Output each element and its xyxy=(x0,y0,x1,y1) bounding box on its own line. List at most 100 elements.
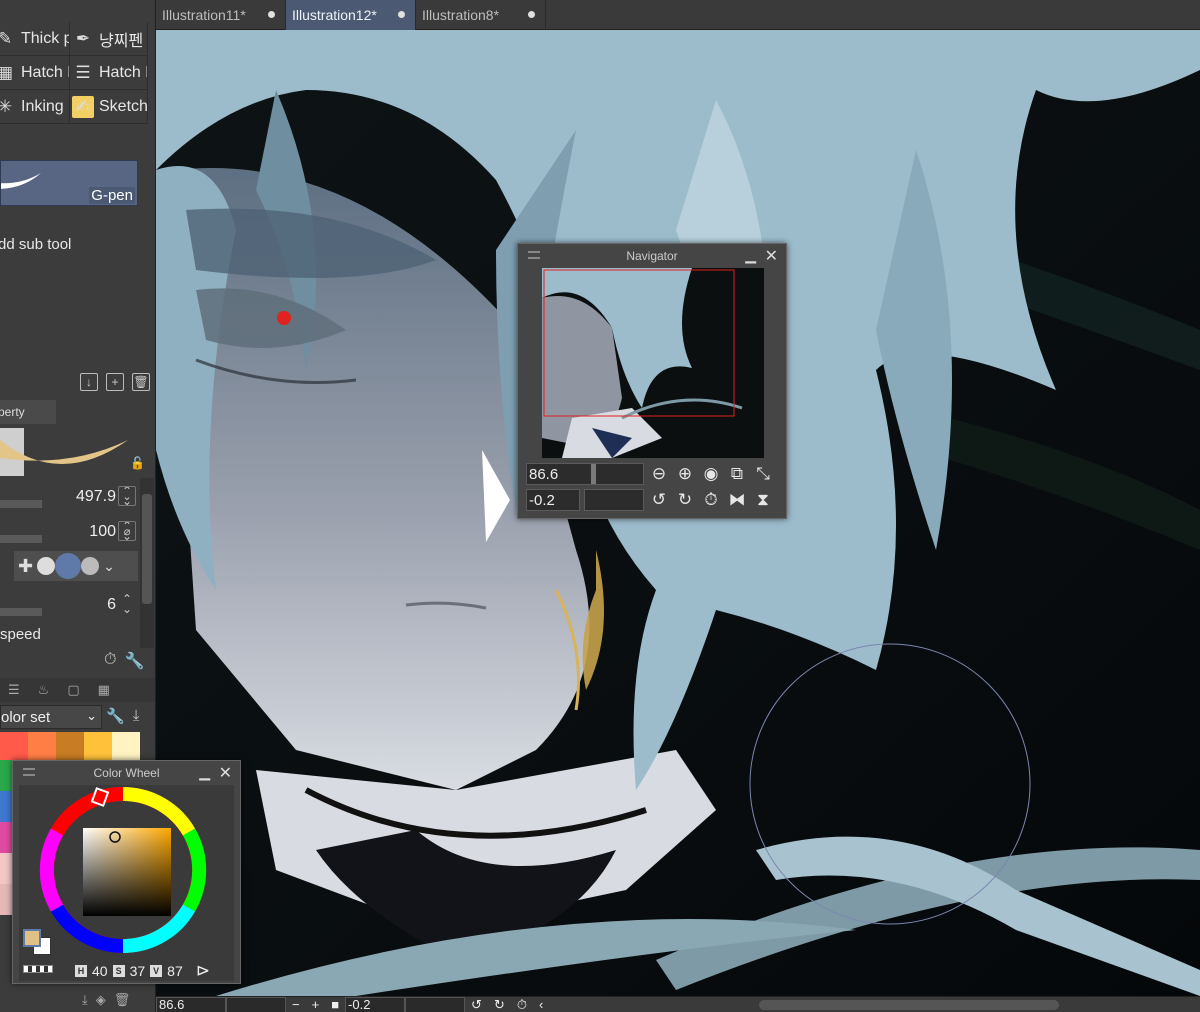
opacity-row[interactable]: 100 ⌃ ⌄ xyxy=(0,517,136,547)
reset-rotation-icon[interactable]: ⏱ xyxy=(517,997,527,1012)
swatch-orange[interactable] xyxy=(28,732,56,760)
swatch-green[interactable] xyxy=(0,760,12,791)
unsaved-dot-icon[interactable] xyxy=(268,11,275,18)
property-scroll-thumb[interactable] xyxy=(142,494,152,604)
main-color-chip[interactable] xyxy=(23,929,41,947)
zoom-field[interactable]: 86.6 xyxy=(526,463,644,485)
color-set-dropdown[interactable]: olor set ⌄ xyxy=(0,705,102,729)
swatch-blue[interactable] xyxy=(0,791,12,822)
fire-tab-icon[interactable]: ♨ xyxy=(38,682,50,698)
brush-tip-hard-icon[interactable]: ✚ xyxy=(18,556,33,577)
tool-property-tab[interactable]: perty xyxy=(0,400,56,424)
actual-size-icon[interactable]: ■ xyxy=(331,997,339,1012)
swatch-pink[interactable] xyxy=(0,822,12,853)
zoom-in-icon[interactable]: ⊕ xyxy=(674,463,696,485)
saturation-value[interactable]: 37 xyxy=(130,963,146,979)
opacity-value[interactable]: 100 xyxy=(89,523,116,541)
subtool-sketch[interactable]: ✍ Sketch xyxy=(70,90,148,124)
subtool-hatch-1[interactable]: ▦ Hatch F xyxy=(0,56,70,90)
brush-size-row[interactable]: 497.9 ⌃ ⌄ xyxy=(0,482,136,512)
tab-illustration12[interactable]: Illustration12* xyxy=(286,0,416,30)
flip-horizontal-icon[interactable]: ⧓ xyxy=(726,489,748,511)
trash-icon[interactable]: 🗑 xyxy=(114,992,131,1008)
subtool-hatch-2[interactable]: ☰ Hatch F xyxy=(70,56,148,90)
rotate-right-icon[interactable]: ↻ xyxy=(494,997,505,1012)
layer-tab-icon[interactable]: ☰ xyxy=(8,682,20,698)
chevron-down-icon[interactable]: ⌄ xyxy=(103,558,115,575)
brush-preview[interactable]: G-pen xyxy=(0,160,138,206)
swatch-light-pink[interactable] xyxy=(0,853,12,884)
fill-icon[interactable]: ◈ xyxy=(96,992,106,1008)
color-wheel-titlebar[interactable]: Color Wheel ▁ ✕ xyxy=(13,761,240,785)
tab-illustration8[interactable]: Illustration8* xyxy=(416,0,546,30)
minimize-icon[interactable]: ▁ xyxy=(745,247,756,264)
swatch-red[interactable] xyxy=(0,732,28,760)
menu-grip-icon[interactable] xyxy=(528,251,540,259)
status-zoom-field[interactable]: 86.6 xyxy=(156,996,226,1012)
document-tab-bar: Illustration11* Illustration12* Illustra… xyxy=(156,0,1200,30)
subtool-thick-pen[interactable]: ✎ Thick p xyxy=(0,22,70,56)
rotate-left-icon[interactable]: ↺ xyxy=(648,489,670,511)
blend-mode-icon[interactable]: ⌀ xyxy=(118,521,136,541)
trash-icon[interactable]: 🗑 xyxy=(132,373,150,391)
hue-value[interactable]: 40 xyxy=(92,963,108,979)
subtool-korean-pen[interactable]: ✒ 냥찌펜 2 xyxy=(70,22,148,56)
reset-rotation-icon[interactable]: ⏱ xyxy=(700,489,722,511)
reset-icon[interactable]: ⏱ xyxy=(104,651,116,671)
scroll-left-icon[interactable]: ‹ xyxy=(539,997,543,1012)
minimize-icon[interactable]: ▁ xyxy=(199,764,210,781)
tab-illustration11[interactable]: Illustration11* xyxy=(156,0,286,30)
brush-tip-round-icon[interactable] xyxy=(37,557,56,575)
window-tab-icon[interactable]: ▢ xyxy=(67,682,79,698)
rotate-right-icon[interactable]: ↻ xyxy=(674,489,696,511)
rotate-left-icon[interactable]: ↺ xyxy=(471,997,482,1012)
subtool-inking[interactable]: ✳ Inking xyxy=(0,90,70,124)
close-icon[interactable]: ✕ xyxy=(765,246,778,266)
color-wheel-panel: Color Wheel ▁ ✕ H 40 S 37 V 87 ⊳ xyxy=(12,760,241,984)
swatch-brown[interactable] xyxy=(56,732,84,760)
hue-ring[interactable] xyxy=(19,785,234,981)
add-sub-tool-text[interactable]: dd sub tool xyxy=(0,236,71,253)
play-circle-icon[interactable]: ⊳ xyxy=(196,961,210,981)
import-icon[interactable]: ⤓ xyxy=(133,707,140,725)
unsaved-dot-icon[interactable] xyxy=(398,11,405,18)
zoom-in-icon[interactable]: + xyxy=(312,997,320,1012)
value-value[interactable]: 87 xyxy=(167,963,183,979)
swatch-rose[interactable] xyxy=(0,884,12,915)
brush-tip-soft-icon[interactable] xyxy=(59,557,78,575)
unsaved-dot-icon[interactable] xyxy=(528,11,535,18)
swatch-cream[interactable] xyxy=(112,732,140,760)
stabilization-row[interactable]: 6 ⌃ ⌄ xyxy=(0,590,136,620)
import-icon[interactable]: ⤓ xyxy=(82,992,88,1008)
stabilization-value[interactable]: 6 xyxy=(107,596,116,614)
status-rotation-field[interactable]: -0.2 xyxy=(345,996,406,1012)
zoom-slider-knob[interactable] xyxy=(591,464,596,484)
swatch-yellow[interactable] xyxy=(84,732,112,760)
navigator-titlebar[interactable]: Navigator ▁ ✕ xyxy=(518,244,786,268)
stepper-icon[interactable]: ⌃ ⌄ xyxy=(122,593,132,615)
status-zoom-slider[interactable] xyxy=(226,996,286,1012)
brush-tip-blur-icon[interactable] xyxy=(81,557,100,575)
import-icon[interactable]: ↓ xyxy=(80,373,98,391)
rotation-slider[interactable] xyxy=(584,489,644,511)
rotation-field[interactable]: -0.2 xyxy=(526,489,580,511)
flip-vertical-icon[interactable]: ⧗ xyxy=(752,489,774,511)
horizontal-scrollbar[interactable] xyxy=(759,999,1060,1010)
brush-size-value[interactable]: 497.9 xyxy=(76,488,116,506)
pressure-settings-icon[interactable]: ⌄ xyxy=(118,486,136,506)
wrench-icon[interactable]: 🔧 xyxy=(124,651,144,671)
grid-tab-icon[interactable]: ▦ xyxy=(98,682,110,698)
lock-icon[interactable]: 🔓 xyxy=(130,456,145,470)
menu-grip-icon[interactable] xyxy=(23,768,35,776)
close-icon[interactable]: ✕ xyxy=(219,763,232,783)
duplicate-icon[interactable]: + xyxy=(106,373,124,391)
zoom-out-icon[interactable]: ⊖ xyxy=(648,463,670,485)
fit-navigator-icon[interactable]: ⤡ xyxy=(752,463,774,485)
navigator-thumbnail[interactable] xyxy=(542,268,764,458)
fit-to-window-icon[interactable]: ⧉ xyxy=(726,463,748,485)
wrench-icon[interactable]: 🔧 xyxy=(106,707,125,725)
zoom-out-icon[interactable]: − xyxy=(292,997,300,1012)
status-rotation-slider[interactable] xyxy=(405,996,466,1012)
actual-size-icon[interactable]: ◉ xyxy=(700,463,722,485)
transparent-color-icon[interactable] xyxy=(23,965,53,973)
